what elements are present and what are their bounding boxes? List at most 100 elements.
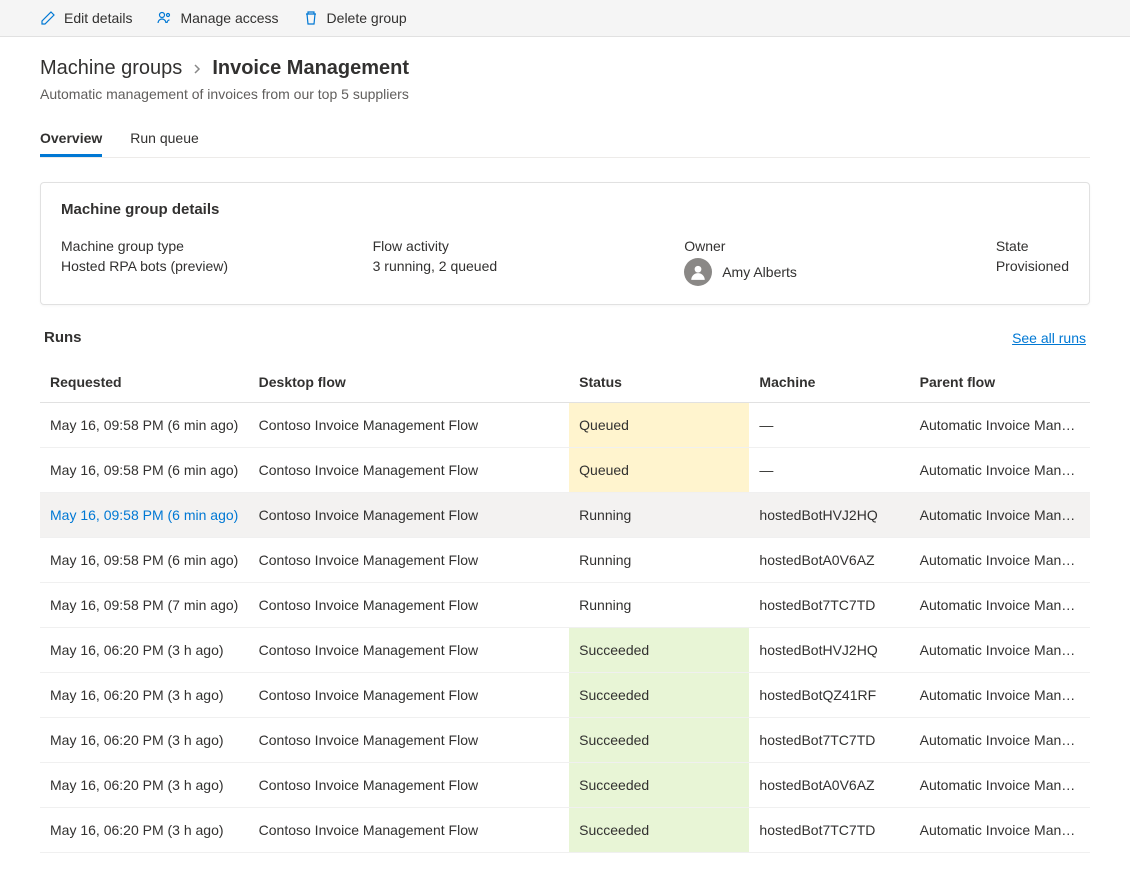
cell-requested: May 16, 09:58 PM (7 min ago) [40, 583, 249, 628]
see-all-runs-link[interactable]: See all runs [1012, 330, 1086, 346]
cell-parent-flow: Automatic Invoice Manage... [910, 493, 1090, 538]
cell-status: Queued [569, 403, 749, 448]
cell-parent-flow: Automatic Invoice Manage... [910, 673, 1090, 718]
breadcrumb-current: Invoice Management [212, 57, 409, 80]
tab-run-queue[interactable]: Run queue [130, 122, 199, 157]
cell-machine: hostedBotHVJ2HQ [749, 628, 909, 673]
cell-machine: hostedBotQZ41RF [749, 673, 909, 718]
cell-machine: hostedBotHVJ2HQ [749, 493, 909, 538]
cell-machine: — [749, 448, 909, 493]
cell-parent-flow: Automatic Invoice Manage... [910, 808, 1090, 853]
table-row[interactable]: May 16, 06:20 PM (3 h ago)Contoso Invoic… [40, 763, 1090, 808]
cell-status: Running [569, 493, 749, 538]
breadcrumb-parent[interactable]: Machine groups [40, 57, 182, 80]
main-content: Machine groups Invoice Management Automa… [0, 37, 1130, 873]
owner-label: Owner [684, 238, 956, 254]
tab-overview[interactable]: Overview [40, 122, 102, 157]
cell-machine: hostedBotA0V6AZ [749, 538, 909, 583]
cell-desktop-flow: Contoso Invoice Management Flow [249, 403, 570, 448]
runs-section: Runs See all runs Requested Desktop flow… [40, 329, 1090, 853]
cell-parent-flow: Automatic Invoice Manage... [910, 448, 1090, 493]
person-icon [689, 263, 707, 281]
cell-desktop-flow: Contoso Invoice Management Flow [249, 673, 570, 718]
cell-requested: May 16, 09:58 PM (6 min ago) [40, 493, 249, 538]
edit-details-button[interactable]: Edit details [40, 10, 132, 26]
edit-icon [40, 10, 56, 26]
table-row[interactable]: May 16, 09:58 PM (6 min ago)Contoso Invo… [40, 448, 1090, 493]
manage-access-icon [156, 10, 172, 26]
cell-requested: May 16, 09:58 PM (6 min ago) [40, 448, 249, 493]
cell-requested: May 16, 06:20 PM (3 h ago) [40, 763, 249, 808]
cell-status: Succeeded [569, 808, 749, 853]
activity-value: 3 running, 2 queued [373, 258, 645, 274]
page-subtitle: Automatic management of invoices from ou… [40, 86, 1090, 102]
cell-status: Succeeded [569, 763, 749, 808]
breadcrumb: Machine groups Invoice Management [40, 57, 1090, 80]
detail-activity: Flow activity 3 running, 2 queued [373, 238, 645, 286]
cell-desktop-flow: Contoso Invoice Management Flow [249, 583, 570, 628]
table-row[interactable]: May 16, 06:20 PM (3 h ago)Contoso Invoic… [40, 673, 1090, 718]
type-label: Machine group type [61, 238, 333, 254]
manage-label: Manage access [180, 10, 278, 26]
runs-table: Requested Desktop flow Status Machine Pa… [40, 362, 1090, 853]
cell-machine: hostedBot7TC7TD [749, 583, 909, 628]
delete-label: Delete group [327, 10, 407, 26]
edit-label: Edit details [64, 10, 132, 26]
table-row[interactable]: May 16, 06:20 PM (3 h ago)Contoso Invoic… [40, 628, 1090, 673]
cell-desktop-flow: Contoso Invoice Management Flow [249, 493, 570, 538]
state-value: Provisioned [996, 258, 1069, 274]
table-row[interactable]: May 16, 09:58 PM (6 min ago)Contoso Invo… [40, 493, 1090, 538]
cell-desktop-flow: Contoso Invoice Management Flow [249, 808, 570, 853]
cell-requested: May 16, 09:58 PM (6 min ago) [40, 403, 249, 448]
cell-status: Succeeded [569, 718, 749, 763]
col-requested[interactable]: Requested [40, 362, 249, 403]
col-parent-flow[interactable]: Parent flow [910, 362, 1090, 403]
trash-icon [303, 10, 319, 26]
cell-status: Queued [569, 448, 749, 493]
cell-parent-flow: Automatic Invoice Manage... [910, 628, 1090, 673]
cell-requested: May 16, 06:20 PM (3 h ago) [40, 628, 249, 673]
col-status[interactable]: Status [569, 362, 749, 403]
cell-status: Running [569, 538, 749, 583]
avatar [684, 258, 712, 286]
owner-value: Amy Alberts [722, 264, 797, 280]
machine-group-details-card: Machine group details Machine group type… [40, 182, 1090, 305]
cell-parent-flow: Automatic Invoice Manage... [910, 403, 1090, 448]
cell-parent-flow: Automatic Invoice Manage... [910, 538, 1090, 583]
delete-group-button[interactable]: Delete group [303, 10, 407, 26]
cell-machine: hostedBotA0V6AZ [749, 763, 909, 808]
detail-owner: Owner Amy Alberts [684, 238, 956, 286]
toolbar: Edit details Manage access Delete group [0, 0, 1130, 37]
cell-desktop-flow: Contoso Invoice Management Flow [249, 538, 570, 583]
col-desktop-flow[interactable]: Desktop flow [249, 362, 570, 403]
cell-requested: May 16, 06:20 PM (3 h ago) [40, 808, 249, 853]
manage-access-button[interactable]: Manage access [156, 10, 278, 26]
detail-state: State Provisioned [996, 238, 1069, 286]
activity-label: Flow activity [373, 238, 645, 254]
cell-status: Succeeded [569, 673, 749, 718]
table-row[interactable]: May 16, 09:58 PM (6 min ago)Contoso Invo… [40, 538, 1090, 583]
type-value: Hosted RPA bots (preview) [61, 258, 333, 274]
cell-status: Succeeded [569, 628, 749, 673]
table-row[interactable]: May 16, 06:20 PM (3 h ago)Contoso Invoic… [40, 718, 1090, 763]
table-row[interactable]: May 16, 06:20 PM (3 h ago)Contoso Invoic… [40, 808, 1090, 853]
detail-type: Machine group type Hosted RPA bots (prev… [61, 238, 333, 286]
cell-status: Running [569, 583, 749, 628]
chevron-right-icon [192, 57, 202, 80]
cell-parent-flow: Automatic Invoice Manage... [910, 583, 1090, 628]
cell-desktop-flow: Contoso Invoice Management Flow [249, 763, 570, 808]
table-header-row: Requested Desktop flow Status Machine Pa… [40, 362, 1090, 403]
runs-title: Runs [44, 329, 82, 346]
cell-machine: hostedBot7TC7TD [749, 808, 909, 853]
cell-requested: May 16, 09:58 PM (6 min ago) [40, 538, 249, 583]
cell-desktop-flow: Contoso Invoice Management Flow [249, 718, 570, 763]
details-card-title: Machine group details [61, 201, 1069, 218]
cell-machine: — [749, 403, 909, 448]
cell-desktop-flow: Contoso Invoice Management Flow [249, 628, 570, 673]
col-machine[interactable]: Machine [749, 362, 909, 403]
cell-requested: May 16, 06:20 PM (3 h ago) [40, 673, 249, 718]
tabs: Overview Run queue [40, 122, 1090, 158]
cell-desktop-flow: Contoso Invoice Management Flow [249, 448, 570, 493]
table-row[interactable]: May 16, 09:58 PM (6 min ago)Contoso Invo… [40, 403, 1090, 448]
table-row[interactable]: May 16, 09:58 PM (7 min ago)Contoso Invo… [40, 583, 1090, 628]
